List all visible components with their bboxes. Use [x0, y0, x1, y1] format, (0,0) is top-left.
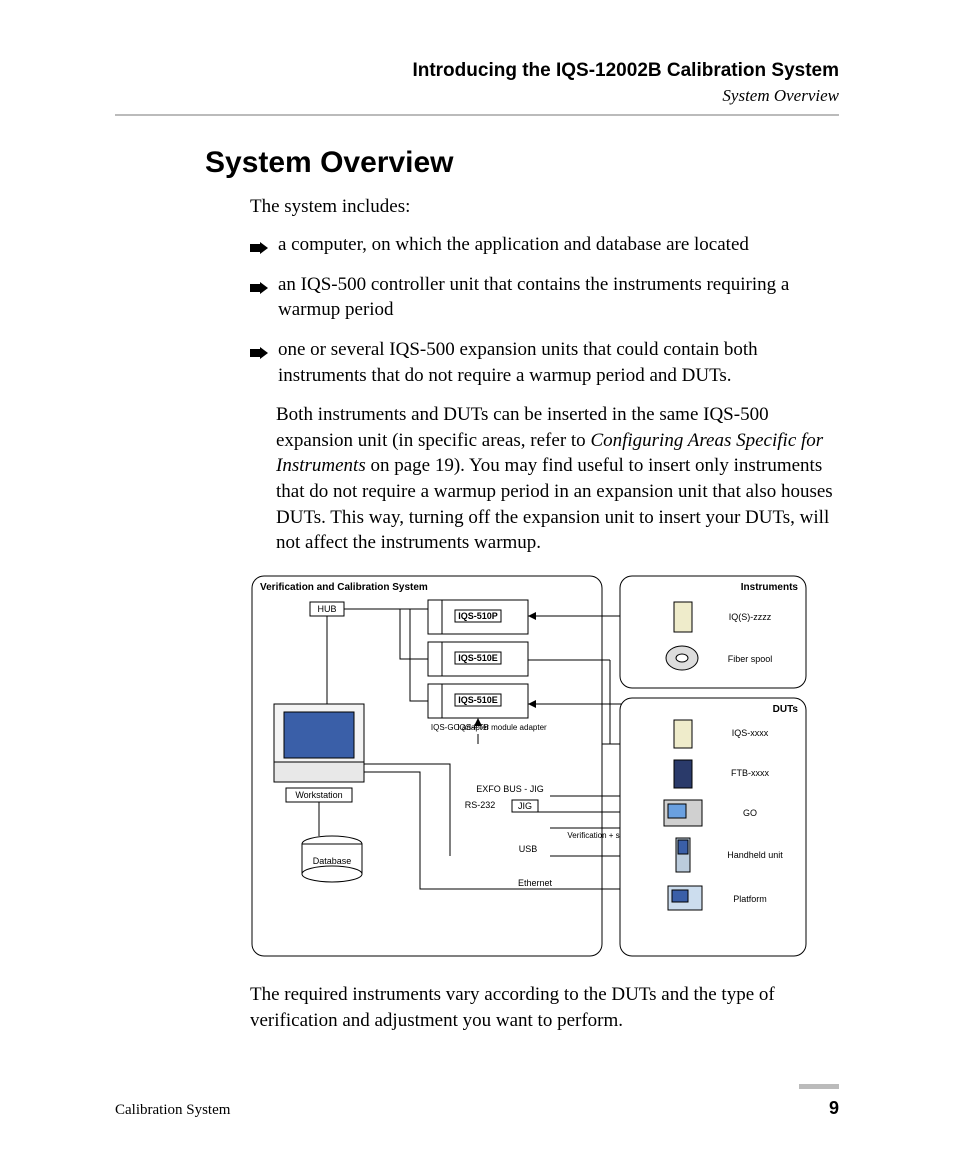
svg-text:IQS-510E: IQS-510E	[458, 653, 498, 663]
section-label: System Overview	[115, 86, 839, 106]
workstation-icon	[274, 704, 364, 782]
database-label: Database	[313, 856, 352, 866]
svg-text:EXFO BUS - JIG: EXFO BUS - JIG	[476, 784, 544, 794]
svg-text:IQS-510E: IQS-510E	[458, 695, 498, 705]
arrow-icon	[250, 341, 268, 353]
header-rule	[115, 114, 839, 116]
svg-text:USB: USB	[519, 844, 538, 854]
arrow-icon	[250, 276, 268, 288]
svg-text:Handheld unit: Handheld unit	[727, 850, 783, 860]
bullet-text: one or several IQS-500 expansion units t…	[278, 339, 758, 386]
bullet-text: a computer, on which the application and…	[278, 234, 749, 255]
svg-text:Platform: Platform	[733, 894, 767, 904]
list-item: one or several IQS-500 expansion units t…	[250, 337, 839, 388]
workstation-label: Workstation	[295, 790, 342, 800]
page-number: 9	[829, 1098, 839, 1119]
paragraph: Both instruments and DUTs can be inserte…	[276, 402, 839, 556]
svg-text:Ethernet: Ethernet	[518, 878, 553, 888]
svg-text:FTB-xxxx: FTB-xxxx	[731, 768, 769, 778]
footer-left: Calibration System	[115, 1102, 230, 1119]
svg-text:GO: GO	[743, 808, 757, 818]
svg-text:IQS-510P: IQS-510P	[458, 611, 498, 621]
svg-text:Fiber spool: Fiber spool	[728, 654, 773, 664]
svg-text:IQS-FTB module adapter: IQS-FTB module adapter	[457, 723, 547, 732]
page-footer: Calibration System 9	[115, 1098, 839, 1119]
bullet-list: a computer, on which the application and…	[250, 232, 839, 388]
instruments-title: Instruments	[741, 582, 799, 593]
closing-paragraph: The required instruments vary according …	[250, 982, 839, 1033]
section-heading: System Overview	[205, 146, 839, 180]
intro-text: The system includes:	[250, 196, 839, 218]
rack-units: IQS-510P IQS-510E IQS-510E	[428, 600, 528, 718]
svg-text:JIG: JIG	[518, 801, 532, 811]
svg-text:RS-232: RS-232	[465, 800, 496, 810]
chapter-title: Introducing the IQS-12002B Calibration S…	[115, 60, 839, 82]
bullet-text: an IQS-500 controller unit that contains…	[278, 274, 789, 321]
box-title: Verification and Calibration System	[260, 582, 428, 593]
hub-label: HUB	[317, 604, 336, 614]
footer-accent	[799, 1084, 839, 1089]
system-diagram: Verification and Calibration System HUB …	[250, 574, 839, 964]
duts-title: DUTs	[773, 704, 799, 715]
arrow-icon	[250, 236, 268, 248]
list-item: a computer, on which the application and…	[250, 232, 839, 258]
list-item: an IQS-500 controller unit that contains…	[250, 272, 839, 323]
svg-text:IQS-xxxx: IQS-xxxx	[732, 728, 769, 738]
svg-text:IQ(S)-zzzz: IQ(S)-zzzz	[729, 612, 772, 622]
database-icon: Database	[302, 836, 362, 882]
